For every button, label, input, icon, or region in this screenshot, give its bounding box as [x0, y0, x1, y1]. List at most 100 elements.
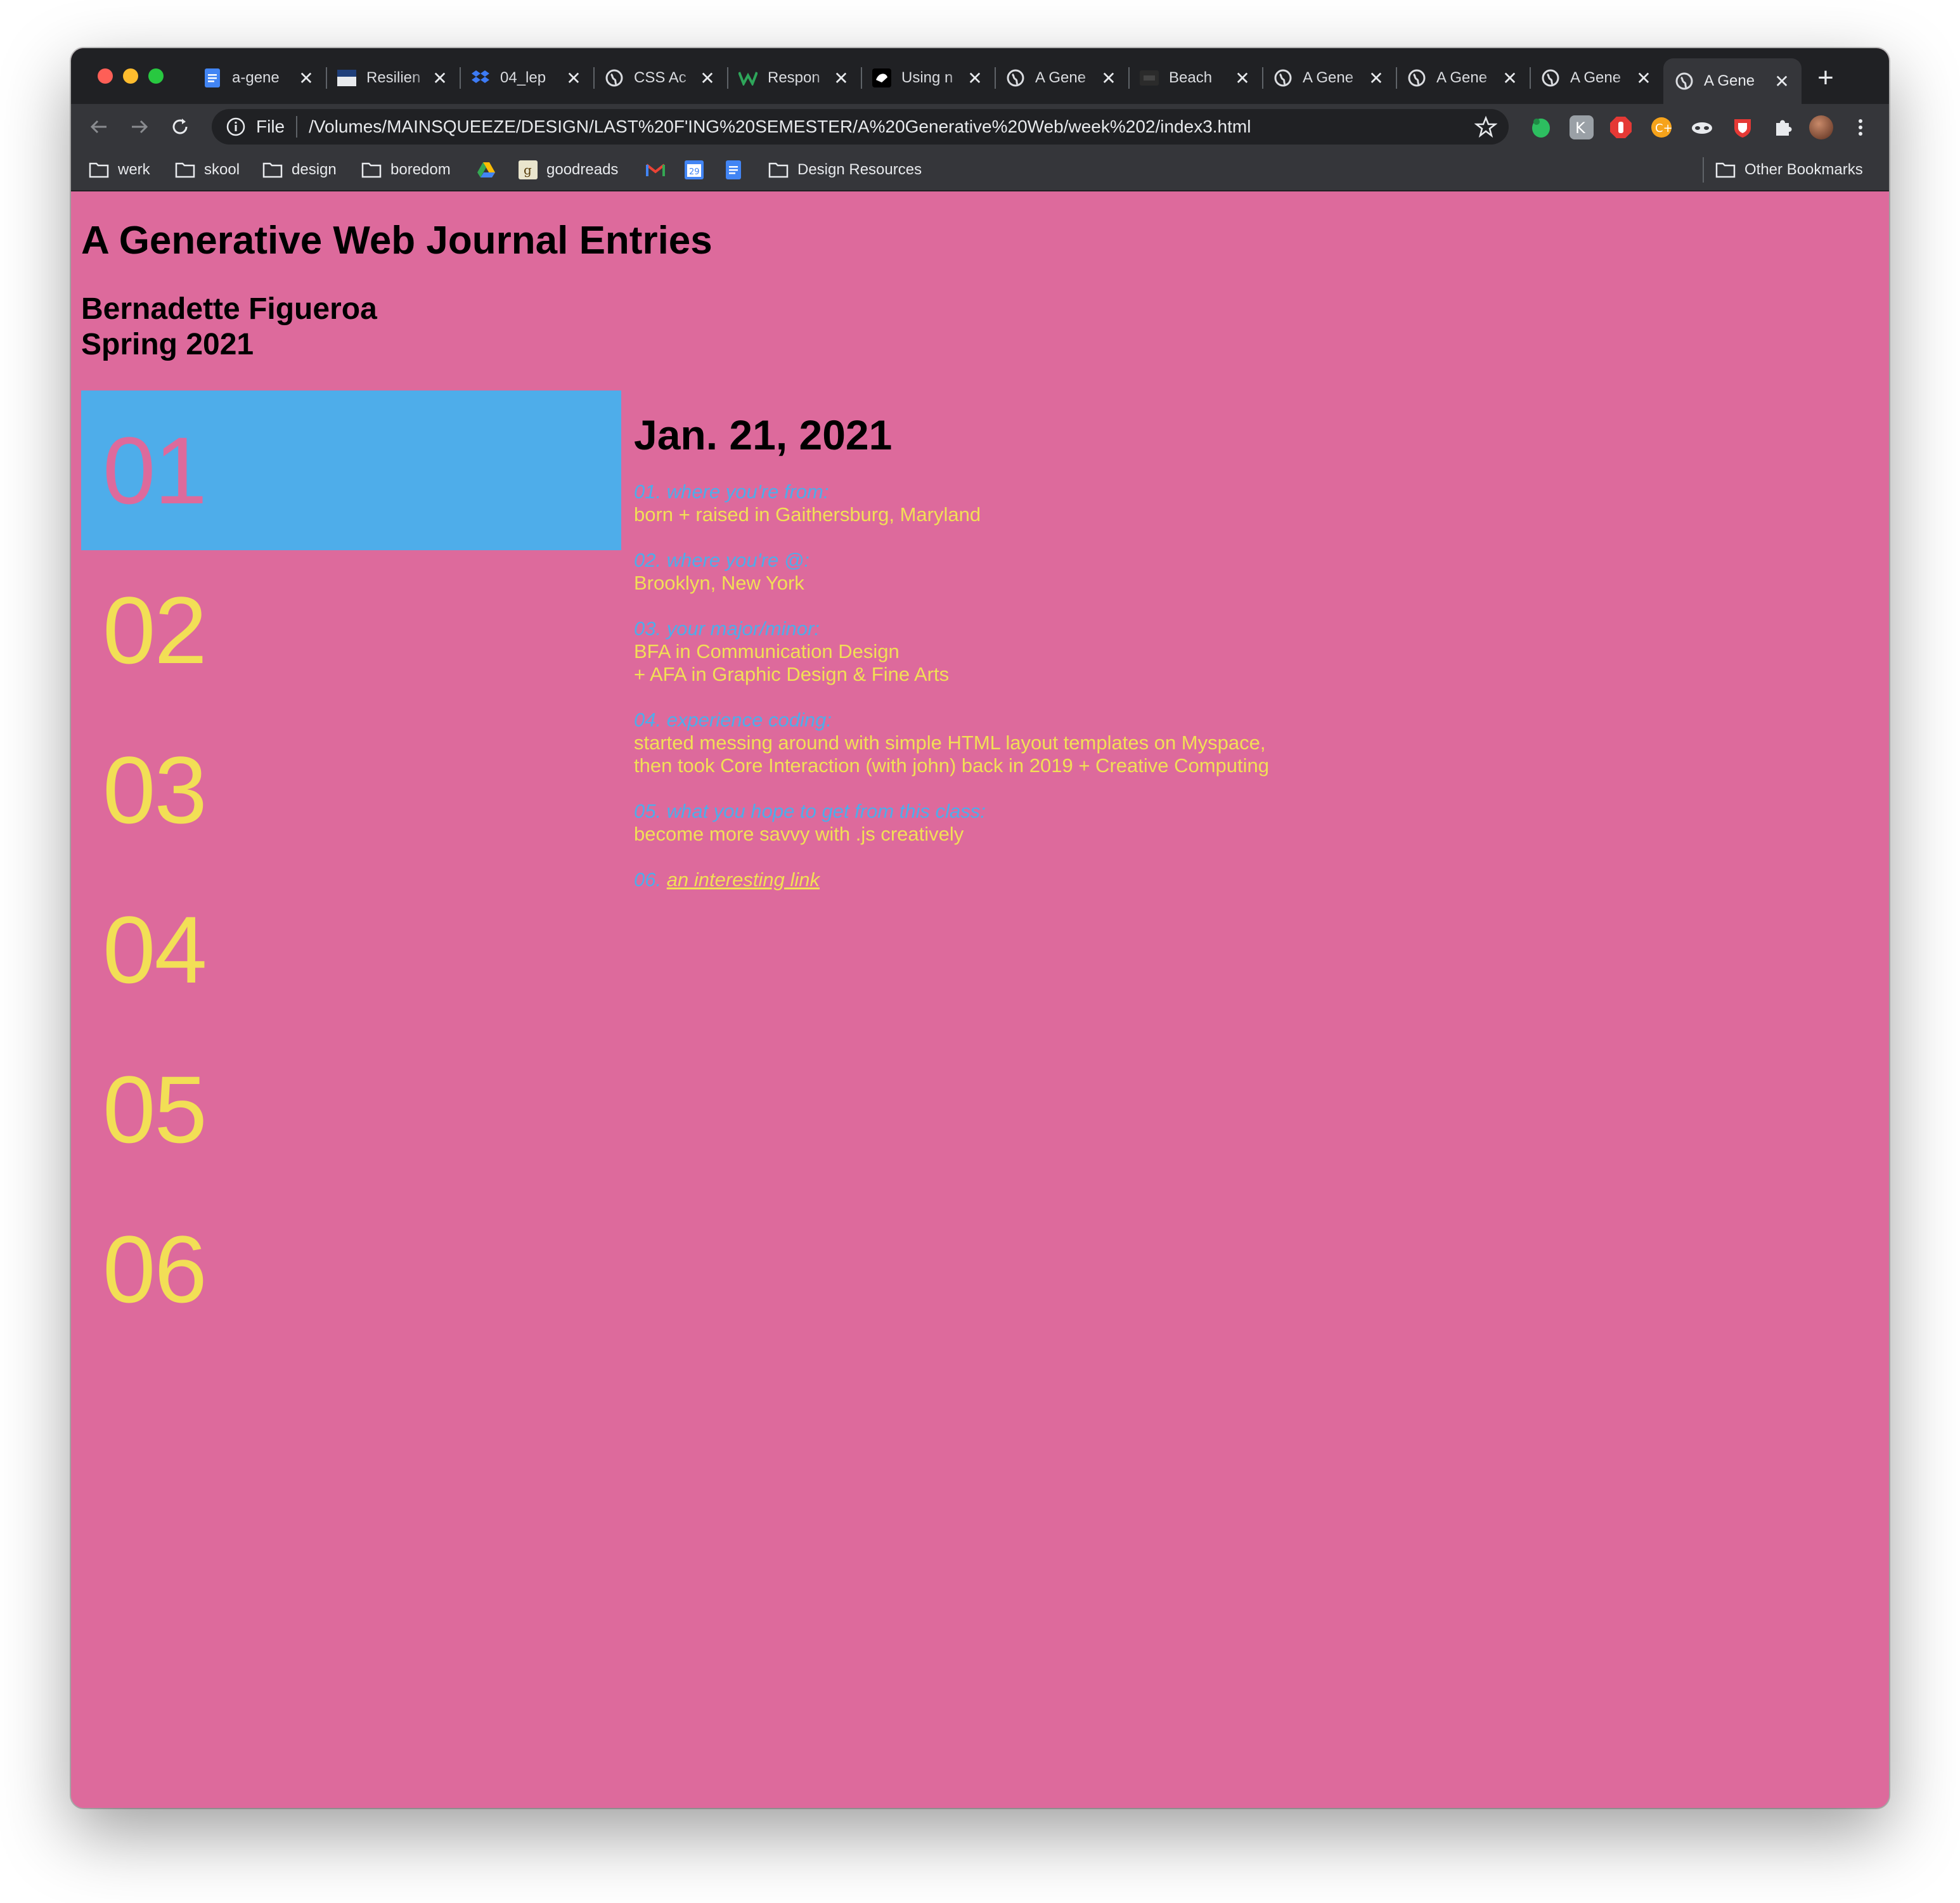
browser-tab[interactable]: Resilien ✕	[326, 58, 460, 98]
bookmark-folder-werk[interactable]: werk	[89, 158, 150, 181]
tab-close-icon[interactable]: ✕	[1772, 71, 1791, 92]
bookmark-label: design	[292, 161, 337, 178]
browser-toolbar: File /Volumes/MAINSQUEEZE/DESIGN/LAST%20…	[71, 104, 1889, 150]
bookmark-google-calendar[interactable]: 29	[685, 158, 712, 181]
reload-icon	[172, 119, 188, 134]
tab-close-icon[interactable]: ✕	[1233, 68, 1252, 89]
profile-avatar[interactable]	[1809, 115, 1833, 139]
browser-tab[interactable]: CSS Ac ✕	[593, 58, 727, 98]
entry-number-05[interactable]: 05	[81, 1029, 621, 1189]
window-maximize-button[interactable]	[148, 68, 164, 84]
browser-tab[interactable]: Using n ✕	[861, 58, 995, 98]
browser-tab[interactable]: A Gene ✕	[1530, 58, 1663, 98]
bookmark-google-docs[interactable]	[725, 158, 751, 181]
tab-title: Beach	[1169, 69, 1213, 86]
tab-close-icon[interactable]: ✕	[832, 68, 851, 89]
tab-title: a-gene	[232, 69, 280, 86]
google-calendar-icon: 29	[685, 160, 704, 179]
kanji-extension-icon[interactable]: K	[1570, 115, 1594, 139]
globe-icon	[1541, 68, 1560, 87]
qa-item: 04. experience coding: started messing a…	[634, 709, 1648, 777]
tab-separator	[326, 67, 327, 89]
tab-close-icon[interactable]: ✕	[1099, 68, 1118, 89]
kebab-menu-icon[interactable]	[1848, 115, 1873, 139]
bookmark-folder-design-resources[interactable]: Design Resources	[768, 158, 922, 181]
adblock-extension-icon[interactable]	[1609, 115, 1633, 139]
forward-arrow-icon	[132, 120, 148, 134]
evernote-extension-icon[interactable]	[1529, 115, 1553, 139]
question-label: 05. what you hope to get from this class…	[634, 800, 986, 822]
tab-close-icon[interactable]: ✕	[297, 68, 316, 89]
bookmark-gmail[interactable]	[645, 158, 674, 181]
tab-close-icon[interactable]: ✕	[1367, 68, 1386, 89]
svg-text:29: 29	[689, 167, 700, 177]
tab-title: A Gene	[1436, 69, 1488, 86]
entry-number-01[interactable]: 01	[81, 390, 621, 550]
bookmark-goodreads[interactable]: g goodreads	[519, 158, 618, 181]
question-label: 06.	[634, 868, 662, 891]
answer-text: started messing around with simple HTML …	[634, 732, 1266, 754]
info-icon[interactable]	[226, 117, 246, 137]
reload-button[interactable]	[165, 112, 195, 142]
other-bookmarks-folder[interactable]: Other Bookmarks	[1715, 158, 1863, 181]
google-drive-icon	[477, 162, 495, 177]
puzzle-extensions-icon[interactable]	[1771, 115, 1795, 139]
interesting-link[interactable]: an interesting link	[667, 868, 820, 891]
tab-separator	[727, 67, 728, 89]
answer-text: Brooklyn, New York	[634, 572, 804, 594]
back-button[interactable]	[84, 112, 114, 142]
new-tab-button[interactable]: +	[1808, 61, 1843, 96]
tab-close-icon[interactable]: ✕	[1634, 68, 1653, 89]
tab-strip: a-gene ✕ Resilien ✕ 04_lep ✕ CSS Ac ✕ Re…	[71, 48, 1889, 104]
mask-extension-icon[interactable]	[1690, 115, 1714, 139]
bookmark-label: boredom	[390, 161, 451, 178]
tab-close-icon[interactable]: ✕	[564, 68, 583, 89]
shield-extension-icon[interactable]	[1731, 115, 1755, 139]
page-content: A Generative Web Journal Entries Bernade…	[71, 191, 1889, 1808]
author-name: Bernadette Figueroa	[81, 292, 377, 326]
browser-tab[interactable]: Respon ✕	[727, 58, 861, 98]
bookmark-google-drive[interactable]	[477, 158, 505, 181]
tab-close-icon[interactable]: ✕	[698, 68, 717, 89]
dark-logo-icon	[872, 68, 891, 87]
browser-tab[interactable]: a-gene ✕	[191, 58, 326, 98]
forward-button[interactable]	[124, 112, 155, 142]
folder-icon	[89, 162, 109, 178]
entry-number-04[interactable]: 04	[81, 870, 621, 1029]
entry-number-03[interactable]: 03	[81, 710, 621, 870]
tab-close-icon[interactable]: ✕	[1500, 68, 1519, 89]
google-docs-icon	[726, 160, 741, 179]
tab-separator	[1262, 67, 1263, 89]
browser-tab[interactable]: A Gene ✕	[995, 58, 1128, 98]
window-minimize-button[interactable]	[123, 68, 138, 84]
browser-tab-active[interactable]: A Gene ✕	[1663, 58, 1802, 104]
url-text[interactable]: /Volumes/MAINSQUEEZE/DESIGN/LAST%20F'ING…	[309, 117, 1474, 137]
question-label: 04. experience coding:	[634, 709, 832, 731]
address-bar[interactable]: File /Volumes/MAINSQUEEZE/DESIGN/LAST%20…	[212, 109, 1509, 145]
folder-icon	[175, 162, 195, 178]
entry-number-06[interactable]: 06	[81, 1189, 621, 1349]
tab-close-icon[interactable]: ✕	[430, 68, 449, 89]
browser-tab[interactable]: 04_lep ✕	[460, 58, 593, 98]
entry-number-02[interactable]: 02	[81, 550, 621, 710]
browser-tab[interactable]: Beach ✕	[1128, 58, 1262, 98]
svg-text:K: K	[1575, 119, 1586, 137]
svg-text:g: g	[524, 162, 532, 177]
tab-title: Using n	[901, 69, 953, 86]
bookmark-star-icon[interactable]	[1474, 115, 1497, 138]
bookmark-label: skool	[204, 161, 240, 178]
honey-extension-icon[interactable]: C+	[1649, 115, 1673, 139]
bookmark-folder-design[interactable]: design	[262, 158, 337, 181]
window-close-button[interactable]	[98, 68, 113, 84]
bookmark-folder-boredom[interactable]: boredom	[361, 158, 451, 181]
bookmark-label: werk	[118, 161, 150, 178]
bookmark-folder-skool[interactable]: skool	[175, 158, 240, 181]
tab-separator	[995, 67, 996, 89]
tab-close-icon[interactable]: ✕	[965, 68, 984, 89]
tab-separator	[593, 67, 595, 89]
qa-item: 03. your major/minor: BFA in Communicati…	[634, 617, 1648, 686]
browser-tab[interactable]: A Gene ✕	[1396, 58, 1530, 98]
browser-tab[interactable]: A Gene ✕	[1262, 58, 1396, 98]
gmail-icon	[645, 164, 666, 176]
tab-separator	[861, 67, 862, 89]
